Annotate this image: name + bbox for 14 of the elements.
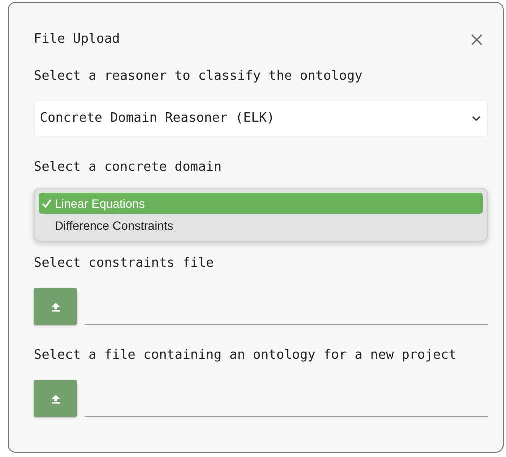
field-label: Select a concrete domain [34,159,223,177]
close-icon[interactable] [471,34,483,46]
field-label: Select a reasoner to classify the ontology [34,68,364,86]
field-label: Select constraints file [34,255,216,273]
upload-icon [50,302,60,312]
upload-button[interactable] [34,288,77,325]
check-icon [42,199,52,208]
upload-icon [50,394,60,404]
upload-button[interactable] [34,380,77,417]
dropdown-option[interactable]: Difference Constraints [39,215,483,236]
field-label: Select a file containing an ontology for a new project [34,347,458,365]
reasoner-select[interactable]: Concrete Domain Reasoner (ELK) [34,100,488,137]
chevron-icon [472,116,481,122]
dialog-title: File Upload [34,31,120,49]
